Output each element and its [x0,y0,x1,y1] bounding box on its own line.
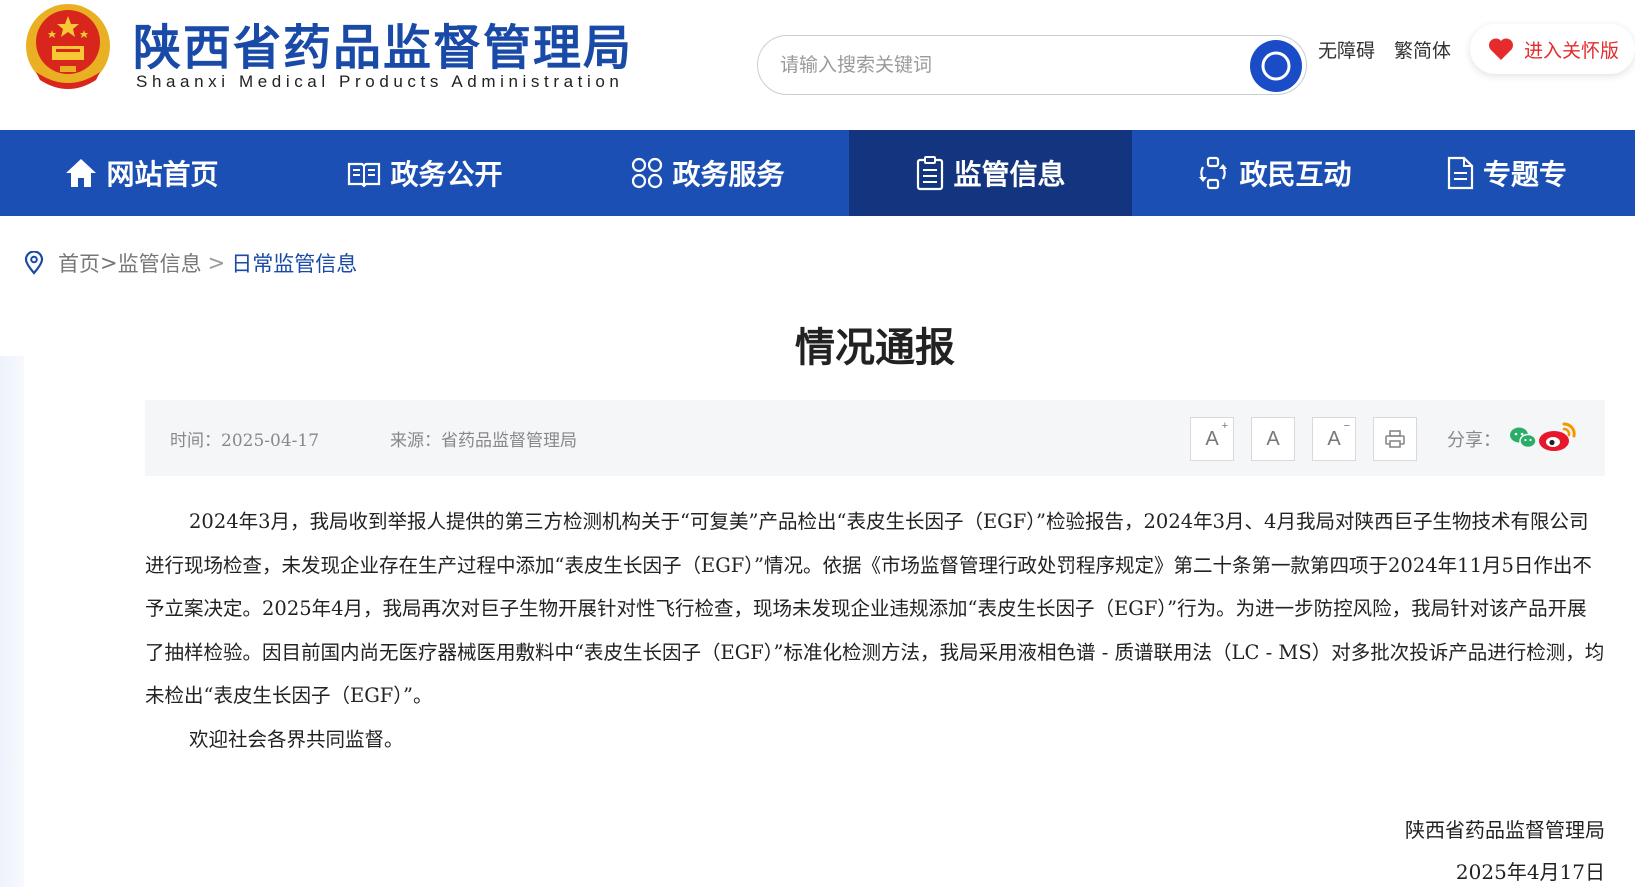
search-button[interactable] [1250,40,1302,92]
font-medium-label: A [1266,427,1280,450]
breadcrumb-separator: > [100,251,118,275]
location-pin-icon [24,251,44,275]
national-emblem-logo [22,2,114,94]
nav-item-label: 政民互动 [1239,158,1352,191]
nav-item-label: 政务公开 [390,158,503,191]
printer-icon [1385,430,1405,448]
breadcrumb-home[interactable]: 首页 [58,248,100,278]
article-signature: 陕西省药品监督管理局 [1405,818,1605,842]
nav-item-gov-services[interactable]: 政务服务 [566,130,849,216]
breadcrumb-current[interactable]: 日常监管信息 [231,248,357,278]
font-size-default-button[interactable]: A [1251,417,1295,461]
nav-item-home[interactable]: 网站首页 [0,130,283,216]
article-meta-bar: 时间：2025-04-17 来源：省药品监督管理局 A + A A − 分享： [145,400,1605,476]
nav-item-interaction[interactable]: 政民互动 [1132,130,1415,216]
nav-item-label: 监管信息 [953,158,1066,191]
nav-item-regulatory-info[interactable]: 监管信息 [849,130,1132,216]
article-source: 来源：省药品监督管理局 [390,431,577,451]
search-bar [757,35,1307,95]
print-button[interactable] [1373,417,1417,461]
nav-item-label: 专题专 [1483,158,1568,191]
article-body: 2024年3月，我局收到举报人提供的第三方检测机构关于“可复美”产品检出“表皮生… [145,500,1605,761]
article-paragraph: 欢迎社会各界共同监督。 [189,727,404,751]
breadcrumb-section[interactable]: 监管信息 [118,248,202,278]
clipboard-icon [917,156,944,191]
nav-item-label: 网站首页 [106,158,219,191]
main-nav: 网站首页 政务公开 政务服务 监管信息 政民互动 专题专 [0,130,1635,216]
site-header: 陕西省药品监督管理局 Shaanxi Medical Products Admi… [0,0,1635,130]
traditional-simplified-link[interactable]: 繁简体 [1394,36,1451,63]
site-subtitle: Shaanxi Medical Products Administration [136,72,624,91]
heart-icon [1488,38,1514,60]
publish-time: 时间：2025-04-17 [170,431,320,451]
article-paragraph: 2024年3月，我局收到举报人提供的第三方检测机构关于“可复美”产品检出“表皮生… [145,510,1605,707]
font-large-label: A [1205,427,1219,450]
breadcrumb: 首页 > 监管信息 > 日常监管信息 [24,248,357,278]
interact-icon [1199,156,1228,190]
font-small-label: A [1327,427,1341,450]
document-icon [1447,156,1474,190]
search-icon [1261,51,1291,81]
accessibility-link[interactable]: 无障碍 [1318,36,1375,63]
home-icon [66,159,97,187]
wechat-share-icon[interactable] [1509,426,1537,450]
font-size-decrease-button[interactable]: A − [1312,417,1356,461]
weibo-share-icon[interactable] [1537,418,1579,454]
share-label: 分享： [1447,430,1501,451]
nav-item-special-topics[interactable]: 专题专 [1415,130,1615,216]
article-date: 2025年4月17日 [1455,860,1605,884]
care-mode-button[interactable]: 进入关怀版 [1470,24,1635,74]
article-title: 情况通报 [795,325,955,371]
care-mode-label: 进入关怀版 [1524,39,1620,62]
book-icon [348,162,381,188]
grid-icon [632,157,663,189]
nav-item-gov-affairs[interactable]: 政务公开 [283,130,566,216]
site-title: 陕西省药品监督管理局 [133,20,634,76]
breadcrumb-separator: > [207,251,226,275]
nav-item-label: 政务服务 [672,158,785,191]
search-input[interactable] [780,50,1200,80]
font-size-increase-button[interactable]: A + [1190,417,1234,461]
left-decoration [0,356,24,887]
